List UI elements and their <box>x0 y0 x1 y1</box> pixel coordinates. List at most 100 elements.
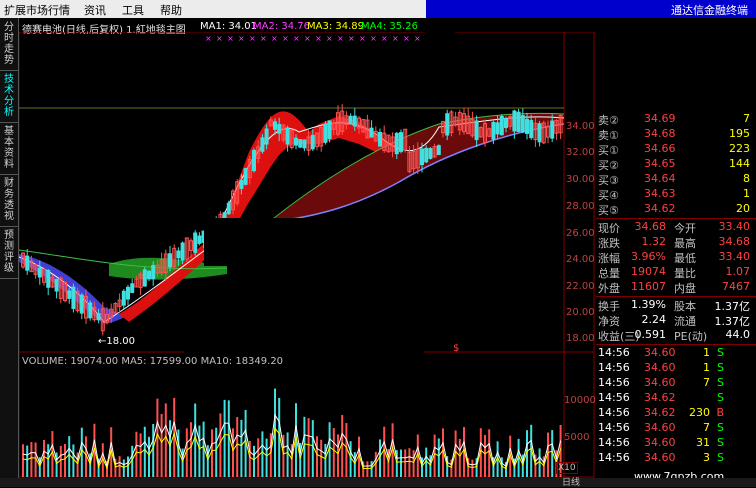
stat-value: 34.68 <box>634 220 667 233</box>
candle-body <box>243 168 248 185</box>
candle-body <box>96 313 101 321</box>
stat-label: 总量 <box>598 267 620 280</box>
candle-body <box>226 202 231 215</box>
signal-marker: × <box>326 34 333 43</box>
ma3-label: MA3: 34.89 <box>307 21 365 32</box>
tick-row[interactable]: 14:56 34.60 7 S <box>596 421 754 435</box>
menu-extended-market[interactable]: 扩展市场行情 <box>4 2 70 18</box>
tick-row[interactable]: 14:56 34.62 230 B <box>596 406 754 420</box>
tick-time: 14:56 <box>598 376 630 389</box>
signal-marker: × <box>359 34 366 43</box>
price-tick: 18.00 <box>566 333 595 344</box>
tick-time: 14:56 <box>598 346 630 359</box>
orderbook-volume: 144 <box>729 157 750 170</box>
tick-time: 14:56 <box>598 361 630 374</box>
candle-body <box>260 137 265 152</box>
menu-news[interactable]: 资讯 <box>84 2 106 18</box>
volume-unit: X10 <box>556 462 578 474</box>
stat-label: 外盘 <box>598 282 620 295</box>
orderbook-price: 34.66 <box>644 142 676 155</box>
candle-body <box>130 283 135 293</box>
orderbook-price: 34.65 <box>644 157 676 170</box>
candle-body <box>142 269 147 287</box>
orderbook-volume: 20 <box>736 202 750 215</box>
orderbook-row[interactable]: 买① 34.66 223 <box>596 142 754 157</box>
tick-side: S <box>717 376 724 389</box>
kline-chart[interactable]: × × × × × × × × × × × × × × × × × × × × <box>19 32 595 478</box>
orderbook-volume: 223 <box>729 142 750 155</box>
ma4-label: MA4: 35.26 <box>361 21 419 32</box>
stat-label: 涨跌 <box>598 237 620 250</box>
orderbook-price: 34.69 <box>644 112 676 125</box>
quote-panel: 卖② 34.69 7 卖① 34.68 195 买① 34.66 223 买② 34.65 144 买③… <box>596 112 756 478</box>
divider <box>596 218 756 219</box>
candle-body <box>193 232 198 253</box>
orderbook-row[interactable]: 卖② 34.69 7 <box>596 112 754 127</box>
stat-value: 7467 <box>722 280 750 293</box>
nav-profile[interactable]: 基本资料 <box>0 126 18 175</box>
signal-marker: × <box>414 34 421 43</box>
candle-body <box>537 123 542 143</box>
tick-price: 34.60 <box>644 421 676 434</box>
candle-body <box>323 123 328 143</box>
tick-row[interactable]: 14:56 34.60 1 S <box>596 346 754 360</box>
price-tick: 26.00 <box>566 228 595 239</box>
stats-row: 净资 2.24 流通 1.37亿 <box>596 313 754 328</box>
orderbook-volume: 1 <box>743 187 750 200</box>
candle-body <box>176 250 181 259</box>
orderbook-row[interactable]: 买② 34.65 144 <box>596 157 754 172</box>
orderbook-row[interactable]: 卖① 34.68 195 <box>596 127 754 142</box>
candle-body <box>252 149 256 172</box>
stats-row: 换手 1.39% 股本 1.37亿 <box>596 298 754 313</box>
stat-value: 1.07 <box>725 265 751 278</box>
price-tick: 20.00 <box>566 307 595 318</box>
tick-time: 14:56 <box>598 406 630 419</box>
price-tick: 28.00 <box>566 201 595 212</box>
orderbook-row[interactable]: 买③ 34.64 8 <box>596 172 754 187</box>
tick-row[interactable]: 14:56 34.60 3 S <box>596 451 754 465</box>
orderbook-volume: 195 <box>729 127 750 140</box>
orderbook-label: 买③ <box>598 174 619 187</box>
left-nav: 分时走势 技术分析 基本资料 财务透视 预测评级 <box>0 18 19 478</box>
stat-value: 0.591 <box>634 328 667 341</box>
candle-body <box>46 270 51 288</box>
candle-body <box>436 145 441 155</box>
stats-row: 外盘 11607 内盘 7467 <box>596 280 754 295</box>
tick-row[interactable]: 14:56 34.60 31 S <box>596 436 754 450</box>
signal-marker: × <box>227 34 234 43</box>
tick-row[interactable]: 14:56 34.60 7 S <box>596 376 754 390</box>
stat-value: 2.24 <box>641 313 667 326</box>
stat-label: 今开 <box>674 222 696 235</box>
volume-bars <box>22 388 562 477</box>
signal-markers: × × × × × × × × × × × × × × × × × × × × <box>205 34 421 43</box>
tick-row[interactable]: 14:56 34.60 1 S <box>596 361 754 375</box>
divider <box>596 344 756 345</box>
orderbook-row[interactable]: 买⑤ 34.62 20 <box>596 202 754 217</box>
nav-finance[interactable]: 财务透视 <box>0 178 18 227</box>
candle-body <box>399 132 403 152</box>
menu-help[interactable]: 帮助 <box>160 2 182 18</box>
tick-row[interactable]: 14:56 34.62 S <box>596 391 754 405</box>
menu-tools[interactable]: 工具 <box>122 2 144 18</box>
nav-technical[interactable]: 技术分析 <box>0 74 18 123</box>
candle-body <box>378 131 382 147</box>
candle-body <box>67 290 72 299</box>
orderbook-label: 卖② <box>598 114 619 127</box>
candle-body <box>327 120 332 139</box>
low-price-marker: ←18.00 <box>98 336 136 347</box>
nav-intraday[interactable]: 分时走势 <box>0 22 18 71</box>
stats-row: 收益(三) 0.591 PE(动) 44.0 <box>596 328 754 343</box>
nav-rating[interactable]: 预测评级 <box>0 230 18 279</box>
stat-value: 11607 <box>631 280 666 293</box>
signal-marker: × <box>260 34 267 43</box>
orderbook-row[interactable]: 买④ 34.63 1 <box>596 187 754 202</box>
signal-marker: × <box>205 34 212 43</box>
stat-value: 1.39% <box>631 298 666 311</box>
stats-row: 现价 34.68 今开 33.40 <box>596 220 754 235</box>
stat-label: 换手 <box>598 300 620 313</box>
candle-body <box>529 120 534 139</box>
signal-marker: × <box>249 34 256 43</box>
occlusion-box-3 <box>425 32 455 72</box>
stat-label: 内盘 <box>674 282 696 295</box>
volume-tick: 10000 <box>564 395 596 406</box>
